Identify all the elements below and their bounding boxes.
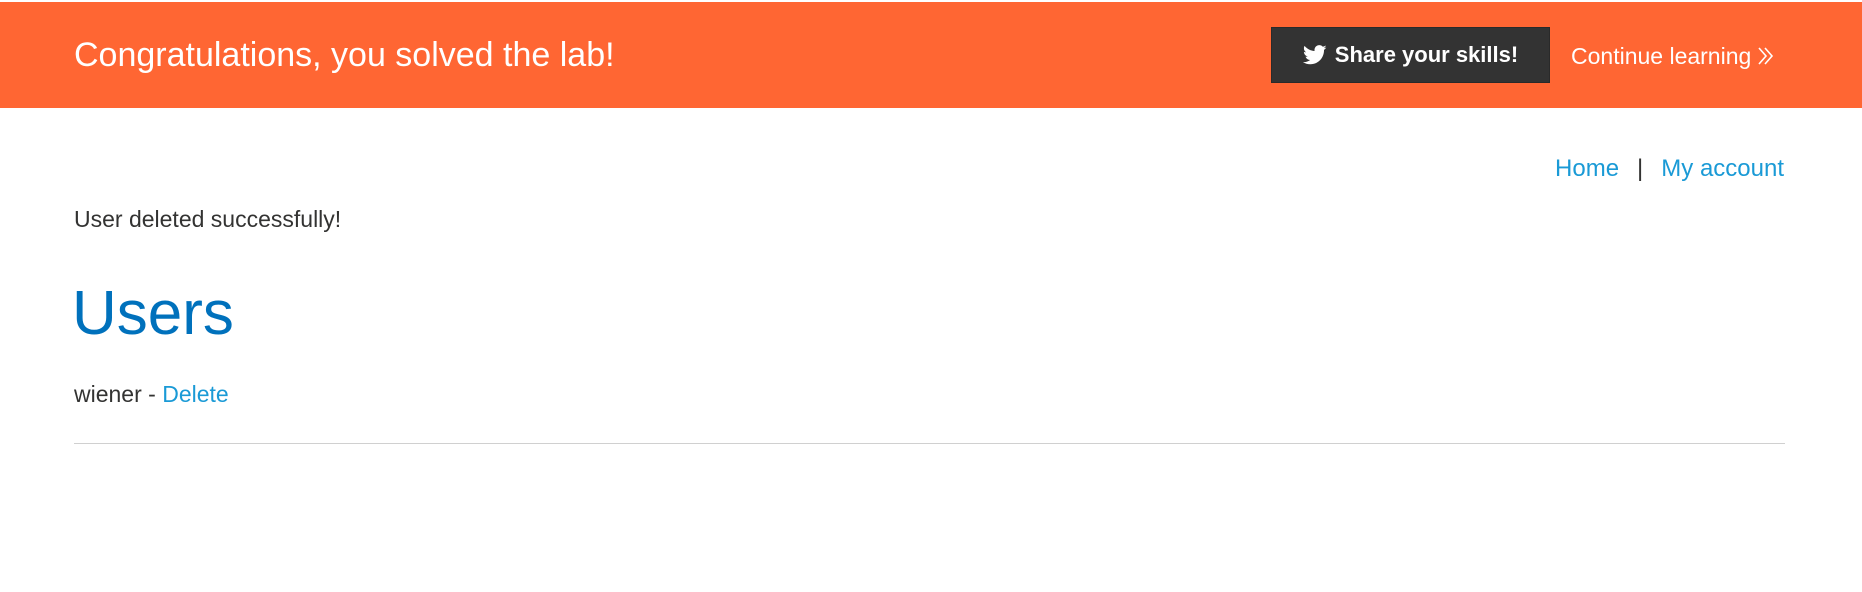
page: Congratulations, you solved the lab! Sha…	[0, 0, 1862, 592]
page-title: Users	[72, 279, 234, 348]
top-nav: Home | My account	[1555, 154, 1784, 184]
share-skills-button[interactable]: Share your skills!	[1271, 27, 1550, 83]
banner-title: Congratulations, you solved the lab!	[74, 36, 615, 74]
delete-user-link[interactable]: Delete	[162, 381, 228, 407]
home-link[interactable]: Home	[1555, 154, 1619, 184]
nav-separator: |	[1637, 155, 1644, 182]
continue-learning-link[interactable]: Continue learning	[1571, 42, 1775, 70]
continue-learning-label: Continue learning	[1571, 43, 1752, 69]
my-account-link[interactable]: My account	[1661, 154, 1784, 184]
user-row: wiener - Delete	[74, 380, 229, 408]
lab-solved-banner: Congratulations, you solved the lab! Sha…	[0, 2, 1862, 108]
share-skills-label: Share your skills!	[1334, 42, 1519, 67]
divider	[74, 443, 1785, 444]
twitter-icon	[1302, 45, 1327, 65]
status-message: User deleted successfully!	[74, 206, 342, 232]
double-chevron-right-icon	[1757, 46, 1775, 66]
user-name: wiener	[74, 381, 142, 407]
user-separator: -	[141, 381, 163, 407]
